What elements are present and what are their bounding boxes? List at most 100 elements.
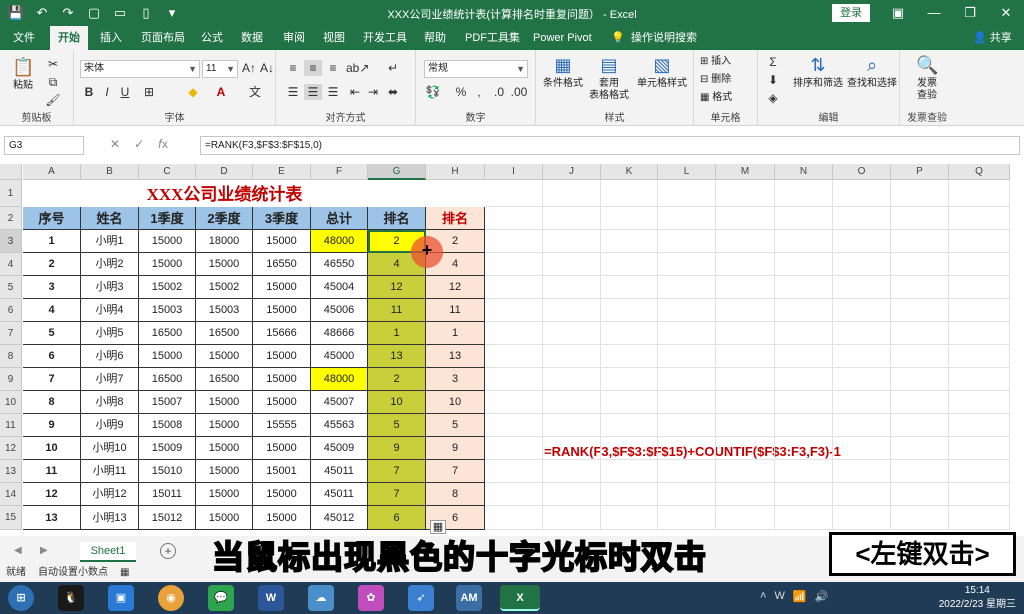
table-cell[interactable]: 45000 <box>311 345 368 368</box>
percent-icon[interactable]: % <box>452 84 470 100</box>
column-header-o[interactable]: O <box>833 164 891 180</box>
table-cell[interactable]: 15003 <box>139 299 196 322</box>
table-cell[interactable]: 48666 <box>311 322 368 345</box>
row-header-4[interactable]: 4 <box>0 253 22 276</box>
wechat-icon[interactable]: 💬 <box>208 585 234 611</box>
tab-page-layout[interactable]: 页面布局 <box>138 26 188 50</box>
cell[interactable] <box>891 460 949 483</box>
table-cell[interactable]: 46550 <box>311 253 368 276</box>
cell[interactable] <box>833 391 891 414</box>
table-cell[interactable]: 7 <box>23 368 81 391</box>
table-cell[interactable]: 15000 <box>196 345 253 368</box>
cell[interactable] <box>485 276 543 299</box>
column-header-m[interactable]: M <box>716 164 775 180</box>
cell[interactable] <box>891 207 949 230</box>
cell[interactable] <box>658 460 716 483</box>
cell[interactable] <box>485 391 543 414</box>
cell[interactable] <box>658 414 716 437</box>
merge-center-icon[interactable]: ⬌ <box>384 84 402 100</box>
cell[interactable] <box>485 253 543 276</box>
cell[interactable] <box>716 414 775 437</box>
table-cell[interactable]: 16500 <box>196 322 253 345</box>
cell[interactable] <box>485 414 543 437</box>
table-cell[interactable]: 15555 <box>253 414 311 437</box>
cell[interactable] <box>775 345 833 368</box>
enter-icon[interactable]: ✓ <box>134 137 144 152</box>
phonetic-icon[interactable]: 文 <box>246 84 264 100</box>
italic-icon[interactable]: I <box>98 84 116 100</box>
table-cell[interactable]: 16500 <box>196 368 253 391</box>
cell[interactable] <box>601 230 658 253</box>
column-header-b[interactable]: B <box>81 164 139 180</box>
table-cell[interactable]: 6 <box>368 506 426 530</box>
cell[interactable] <box>891 414 949 437</box>
cell[interactable] <box>485 322 543 345</box>
excel-icon[interactable]: X <box>500 585 540 611</box>
row-header-3[interactable]: 3 <box>0 230 22 253</box>
app-icon[interactable]: ▣ <box>108 585 134 611</box>
table-cell[interactable]: 15000 <box>196 483 253 506</box>
tab-developer[interactable]: 开发工具 <box>360 26 410 50</box>
cell[interactable] <box>543 437 601 460</box>
login-button[interactable]: 登录 <box>832 4 870 22</box>
underline-icon[interactable]: U <box>116 84 134 100</box>
row-header-14[interactable]: 14 <box>0 483 22 506</box>
column-header-g[interactable]: G <box>368 164 426 180</box>
cell[interactable] <box>833 483 891 506</box>
increase-indent-icon[interactable]: ⇥ <box>364 84 382 100</box>
restore-icon[interactable]: ❐ <box>952 0 988 26</box>
cell[interactable] <box>949 437 1010 460</box>
cell[interactable] <box>775 207 833 230</box>
row-header-5[interactable]: 5 <box>0 276 22 299</box>
cell[interactable] <box>658 207 716 230</box>
chevron-up-icon[interactable]: ˄ <box>760 590 766 603</box>
table-cell[interactable]: 45012 <box>311 506 368 530</box>
row-header-15[interactable]: 15 <box>0 506 22 530</box>
cell[interactable] <box>833 368 891 391</box>
prev-sheet-icon[interactable]: ◀ <box>14 545 22 556</box>
cell[interactable] <box>949 230 1010 253</box>
cell[interactable] <box>949 180 1010 207</box>
cell[interactable] <box>833 460 891 483</box>
table-cell[interactable]: 7 <box>426 460 485 483</box>
cell[interactable] <box>775 253 833 276</box>
table-cell[interactable]: 11 <box>23 460 81 483</box>
column-header-c[interactable]: C <box>139 164 196 180</box>
tab-pdf-tools[interactable]: PDF工具集 <box>462 26 523 50</box>
tab-help[interactable]: 帮助 <box>421 26 449 50</box>
chrome-icon[interactable]: ◉ <box>158 585 184 611</box>
cell[interactable] <box>833 276 891 299</box>
row-header-11[interactable]: 11 <box>0 414 22 437</box>
table-cell[interactable]: 15000 <box>139 345 196 368</box>
wrap-text-icon[interactable]: ↵ <box>384 60 402 76</box>
cell[interactable] <box>775 483 833 506</box>
sort-filter-button[interactable]: ⇅ 排序和筛选 <box>792 54 844 90</box>
cell[interactable] <box>775 391 833 414</box>
table-cell[interactable]: 15000 <box>139 253 196 276</box>
table-cell[interactable]: 15000 <box>196 414 253 437</box>
add-sheet-icon[interactable]: + <box>160 543 176 559</box>
table-cell[interactable]: 8 <box>426 483 485 506</box>
cancel-icon[interactable]: ✕ <box>110 137 120 152</box>
border-icon[interactable]: ⊞ <box>140 84 158 100</box>
cell[interactable] <box>775 230 833 253</box>
table-cell[interactable]: 小明2 <box>81 253 139 276</box>
cell[interactable] <box>775 276 833 299</box>
cell[interactable] <box>485 437 543 460</box>
cell[interactable] <box>658 483 716 506</box>
tab-data[interactable]: 数据 <box>238 26 266 50</box>
cell[interactable] <box>891 345 949 368</box>
table-cell[interactable]: 小明3 <box>81 276 139 299</box>
row-header-7[interactable]: 7 <box>0 322 22 345</box>
cell[interactable] <box>716 460 775 483</box>
table-cell[interactable]: 6 <box>23 345 81 368</box>
cell[interactable] <box>833 414 891 437</box>
ribbon-display-icon[interactable]: ▣ <box>880 0 916 26</box>
table-cell[interactable]: 15000 <box>253 345 311 368</box>
table-cell[interactable]: 7 <box>368 483 426 506</box>
row-header-8[interactable]: 8 <box>0 345 22 368</box>
format-cells-button[interactable]: ▦ 格式 <box>700 92 732 104</box>
tab-formulas[interactable]: 公式 <box>198 26 226 50</box>
table-cell[interactable]: 小明13 <box>81 506 139 530</box>
cell[interactable] <box>485 460 543 483</box>
